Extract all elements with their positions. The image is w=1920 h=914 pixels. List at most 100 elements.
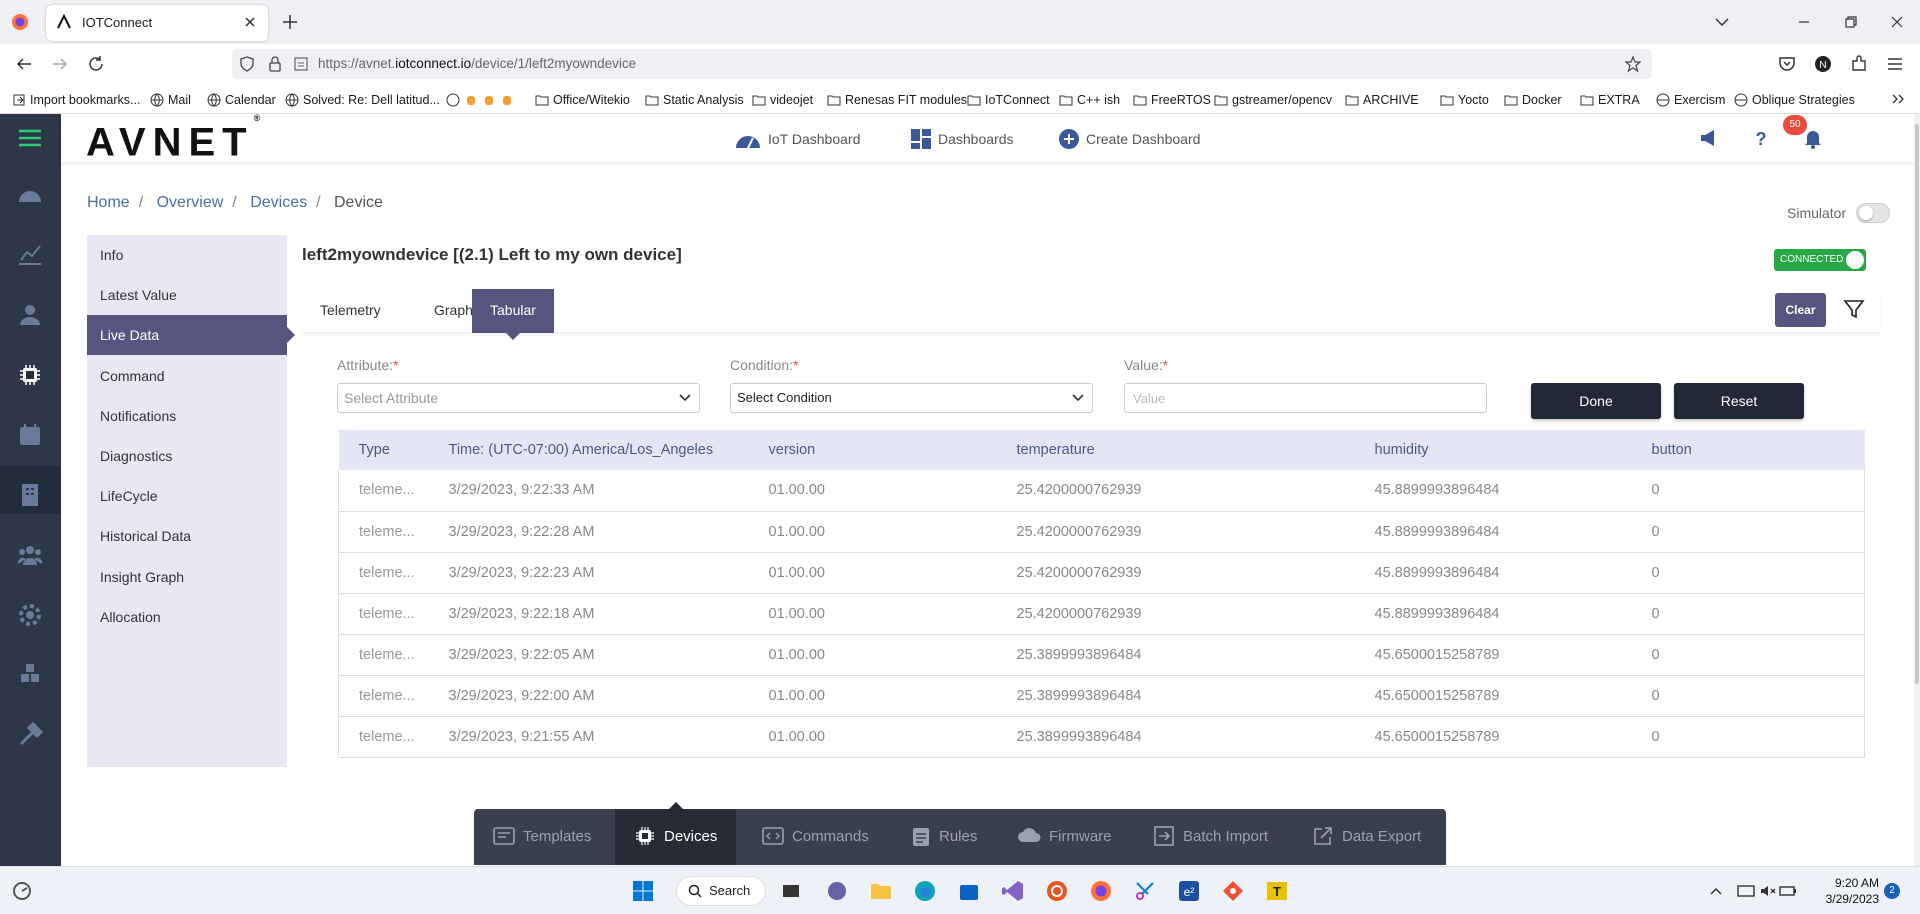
bookmarks-overflow-icon[interactable] xyxy=(1890,91,1906,107)
back-icon[interactable] xyxy=(13,53,35,75)
notification-center-badge[interactable]: 2 xyxy=(1884,883,1900,899)
page-info-icon[interactable] xyxy=(292,55,310,73)
tab-close-icon[interactable] xyxy=(242,14,258,30)
menu-live-data[interactable]: Live Data xyxy=(87,315,295,355)
tools-icon[interactable] xyxy=(15,720,45,750)
edge-icon[interactable] xyxy=(913,879,937,903)
bottom-nav-templates[interactable]: Templates xyxy=(493,809,591,865)
bookmark-folder[interactable]: Docker xyxy=(1504,91,1562,109)
file-explorer-icon[interactable] xyxy=(869,879,893,903)
bottom-nav-data-export[interactable]: Data Export xyxy=(1312,809,1421,865)
table-row[interactable]: teleme... 3/29/2023, 9:22:00 AM 01.00.00 25… xyxy=(338,675,1865,717)
table-row[interactable]: teleme... 3/29/2023, 9:22:33 AM 01.00.00 25… xyxy=(338,470,1865,512)
taskbar-clock[interactable]: 9:20 AM 3/29/2023 xyxy=(1797,875,1879,907)
tab-tabular[interactable]: Tabular xyxy=(472,289,554,340)
network-display-icon[interactable] xyxy=(1736,879,1756,903)
bookmark-item[interactable]: Import bookmarks... xyxy=(12,91,140,109)
condition-select[interactable]: Select Condition xyxy=(730,383,1093,413)
column-header[interactable]: Time: (UTC-07:00) America/Los_Angeles xyxy=(428,430,749,470)
tracking-shield-icon[interactable] xyxy=(238,55,256,73)
bookmark-item-icons[interactable] xyxy=(446,91,518,109)
breadcrumb-devices[interactable]: Devices xyxy=(250,194,307,211)
settings-gear-icon[interactable] xyxy=(15,600,45,630)
lock-icon[interactable] xyxy=(266,55,284,73)
breadcrumb-overview[interactable]: Overview xyxy=(157,194,224,211)
restore-icon[interactable] xyxy=(1839,10,1863,34)
dashboard-gauge-icon[interactable] xyxy=(15,180,45,210)
bookmark-item[interactable]: Mail xyxy=(150,91,191,109)
table-row[interactable]: teleme... 3/29/2023, 9:22:18 AM 01.00.00 25… xyxy=(338,593,1865,635)
bookmark-folder[interactable]: Office/Witekio xyxy=(535,91,630,109)
column-header[interactable]: version xyxy=(748,430,997,470)
bottom-nav-batch-import[interactable]: Batch Import xyxy=(1153,809,1268,865)
pocket-icon[interactable] xyxy=(1776,53,1798,75)
minimize-icon[interactable] xyxy=(1792,10,1816,34)
app-menu-icon[interactable] xyxy=(1884,53,1906,75)
firefox-taskbar-icon[interactable] xyxy=(1089,879,1113,903)
bottom-nav-rules[interactable]: Rules xyxy=(911,809,977,865)
done-button[interactable]: Done xyxy=(1531,383,1661,419)
volume-mute-icon[interactable] xyxy=(1758,879,1778,903)
bookmark-folder[interactable]: IoTConnect xyxy=(967,91,1050,109)
help-question-icon[interactable]: ? xyxy=(1749,126,1773,150)
new-tab-icon[interactable] xyxy=(280,12,300,32)
table-row[interactable]: teleme... 3/29/2023, 9:22:23 AM 01.00.00 25… xyxy=(338,552,1865,594)
reload-icon[interactable] xyxy=(85,53,107,75)
menu-diagnostics[interactable]: Diagnostics xyxy=(87,436,287,476)
calendar-icon[interactable] xyxy=(15,420,45,450)
table-row[interactable]: teleme... 3/29/2023, 9:21:55 AM 01.00.00 25… xyxy=(338,716,1865,758)
menu-insight-graph[interactable]: Insight Graph xyxy=(87,557,287,597)
bottom-nav-devices[interactable]: Devices xyxy=(615,802,737,865)
taskbar-search[interactable]: Search xyxy=(676,876,766,906)
attribute-select[interactable]: Select Attribute xyxy=(337,383,700,413)
extensions-icon[interactable] xyxy=(1848,53,1870,75)
menu-lifecycle[interactable]: LifeCycle xyxy=(87,476,287,516)
bookmark-folder[interactable]: Renesas FIT modules xyxy=(827,91,967,109)
value-input[interactable] xyxy=(1124,383,1487,413)
announcement-megaphone-icon[interactable] xyxy=(1697,126,1721,150)
visual-studio-icon[interactable] xyxy=(1001,879,1025,903)
nav-dashboards[interactable]: Dashboards xyxy=(910,127,1014,151)
bookmark-item[interactable]: Solved: Re: Dell latitud... xyxy=(285,91,440,109)
e2-studio-icon[interactable]: e² xyxy=(1177,879,1201,903)
bookmark-folder[interactable]: gstreamer/opencv xyxy=(1214,91,1332,109)
column-header[interactable]: humidity xyxy=(1354,430,1632,470)
browser-tab[interactable]: IOTConnect xyxy=(46,5,268,41)
bookmark-folder[interactable]: videojet xyxy=(752,91,813,109)
bookmark-folder[interactable]: C++ ish xyxy=(1059,91,1120,109)
bookmark-folder[interactable]: ARCHIVE xyxy=(1345,91,1419,109)
url-bar[interactable]: https://avnet.iotconnect.io/device/1/lef… xyxy=(232,49,1652,79)
close-window-icon[interactable] xyxy=(1885,10,1909,34)
table-row[interactable]: teleme... 3/29/2023, 9:22:05 AM 01.00.00 25… xyxy=(338,634,1865,676)
menu-latest-value[interactable]: Latest Value xyxy=(87,275,287,315)
nav-iot-dashboard[interactable]: IoT Dashboard xyxy=(734,127,860,151)
weather-widget-icon[interactable] xyxy=(10,879,34,903)
hamburger-menu-icon[interactable] xyxy=(15,123,45,153)
menu-allocation[interactable]: Allocation xyxy=(87,597,287,637)
device-chip-icon[interactable] xyxy=(15,360,45,390)
column-header[interactable]: temperature xyxy=(996,430,1355,470)
snipping-tool-icon[interactable] xyxy=(1133,879,1157,903)
clear-button[interactable]: Clear xyxy=(1775,293,1826,327)
windows-start-icon[interactable] xyxy=(631,879,655,903)
ubuntu-icon[interactable] xyxy=(1045,879,1069,903)
tray-overflow-icon[interactable] xyxy=(1708,879,1724,903)
page-scrollbar[interactable] xyxy=(1914,114,1920,866)
store-icon[interactable] xyxy=(957,879,981,903)
bookmark-folder[interactable]: EXTRA xyxy=(1580,91,1640,109)
sourcetree-icon[interactable] xyxy=(1221,879,1245,903)
users-group-icon[interactable] xyxy=(15,540,45,570)
bookmark-folder[interactable]: FreeRTOS xyxy=(1133,91,1211,109)
battery-icon[interactable] xyxy=(1778,879,1798,903)
simulator-toggle[interactable] xyxy=(1856,203,1890,223)
column-header[interactable]: Type xyxy=(338,430,429,470)
tera-term-icon[interactable]: T xyxy=(1265,879,1289,903)
forward-icon[interactable] xyxy=(49,53,71,75)
menu-historical-data[interactable]: Historical Data xyxy=(87,516,287,556)
breadcrumb-home[interactable]: Home xyxy=(87,194,130,211)
filter-icon[interactable] xyxy=(1843,298,1865,320)
bookmark-item[interactable]: Exercism xyxy=(1656,91,1725,109)
column-header[interactable]: button xyxy=(1631,430,1865,470)
table-row[interactable]: teleme... 3/29/2023, 9:22:28 AM 01.00.00 25… xyxy=(338,511,1865,553)
menu-notifications[interactable]: Notifications xyxy=(87,396,287,436)
